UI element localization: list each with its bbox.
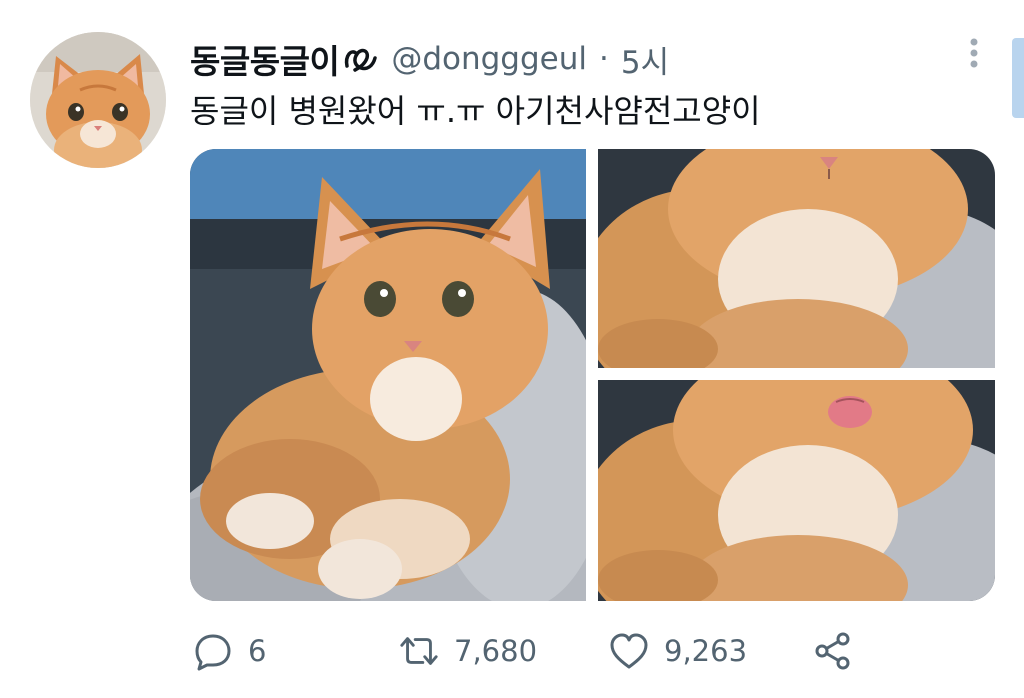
separator-dot: · [598, 41, 609, 77]
heart-icon [608, 630, 650, 672]
retweet-button[interactable]: 7,680 [398, 628, 537, 674]
author-handle[interactable]: @dongggeul [391, 41, 587, 77]
photo-kitten-full[interactable] [190, 149, 586, 601]
media-grid [190, 149, 995, 601]
reply-count: 6 [248, 634, 267, 668]
edge-indicator [1012, 38, 1024, 118]
tweet-header: 동글동글이 @dongggeul · 5시 [190, 36, 669, 82]
like-button[interactable]: 9,263 [608, 628, 747, 674]
photo-kitten-tongue[interactable] [598, 380, 995, 601]
orange-kitten-photo-tongue-icon [598, 380, 995, 601]
tweet-text: 동글이 병원왔어 ㅠ.ㅠ 아기천사얌전고양이 [190, 92, 761, 130]
retweet-icon [398, 630, 440, 672]
tweet-actions: 6 7,680 9,263 [190, 628, 870, 674]
author-display-name[interactable]: 동글동글이 [190, 35, 340, 83]
heart-ribbon-emoji-icon [345, 48, 378, 72]
share-button[interactable] [812, 628, 854, 674]
retweet-count: 7,680 [454, 634, 538, 668]
like-count: 9,263 [664, 634, 748, 668]
orange-kitten-photo-chin-icon [598, 149, 995, 368]
tweet-timestamp[interactable]: 5시 [621, 37, 669, 82]
reply-icon [192, 630, 234, 672]
orange-kitten-avatar-icon [30, 32, 166, 168]
more-options-icon[interactable] [962, 34, 986, 74]
orange-kitten-photo-full-icon [190, 149, 586, 601]
photo-kitten-chin[interactable] [598, 149, 995, 368]
share-icon [812, 630, 854, 672]
reply-button[interactable]: 6 [192, 628, 266, 674]
author-avatar[interactable] [30, 32, 166, 168]
